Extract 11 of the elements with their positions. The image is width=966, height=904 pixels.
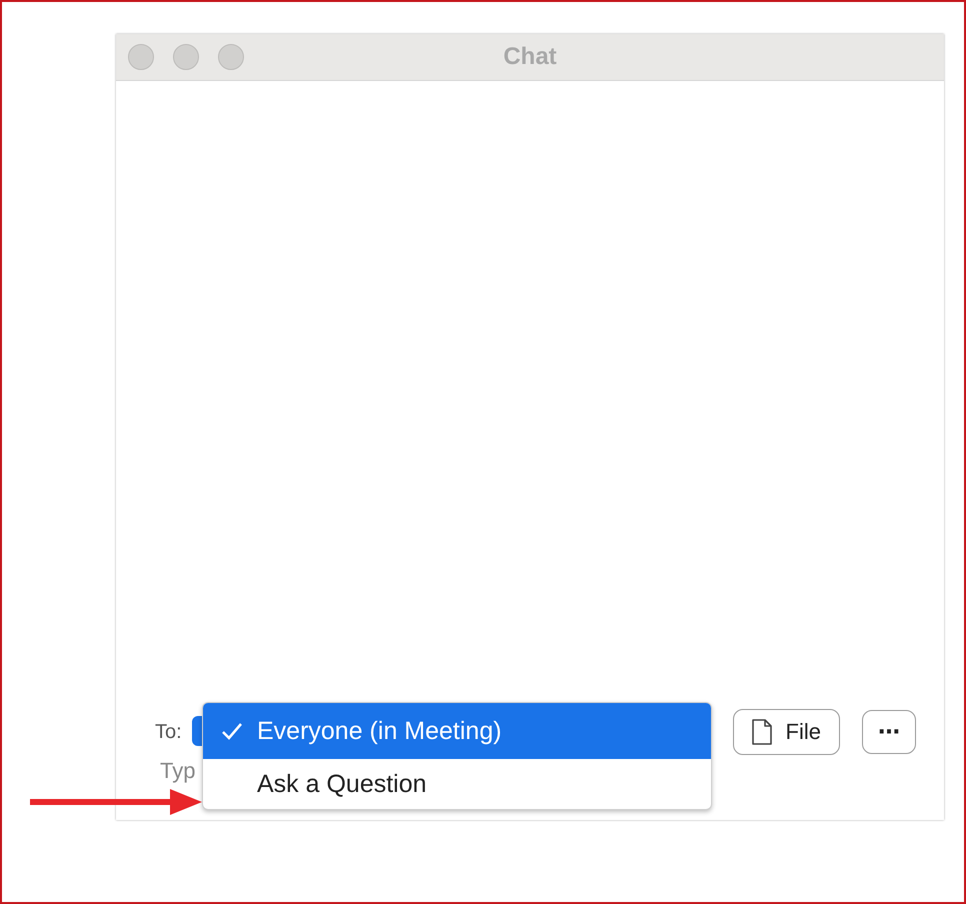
menu-item[interactable]: Ask a Question: [203, 759, 711, 809]
message-field[interactable]: Typ: [160, 758, 196, 783]
window-title: Chat: [503, 43, 557, 71]
menu-item[interactable]: Everyone (in Meeting): [203, 703, 711, 759]
close-button[interactable]: [128, 44, 154, 70]
zoom-button[interactable]: [218, 44, 244, 70]
minimize-button[interactable]: [173, 44, 199, 70]
to-label: To:: [155, 720, 182, 744]
file-button[interactable]: File: [732, 709, 840, 755]
document-icon: [752, 719, 772, 745]
more-button[interactable]: ⋯: [862, 710, 916, 754]
